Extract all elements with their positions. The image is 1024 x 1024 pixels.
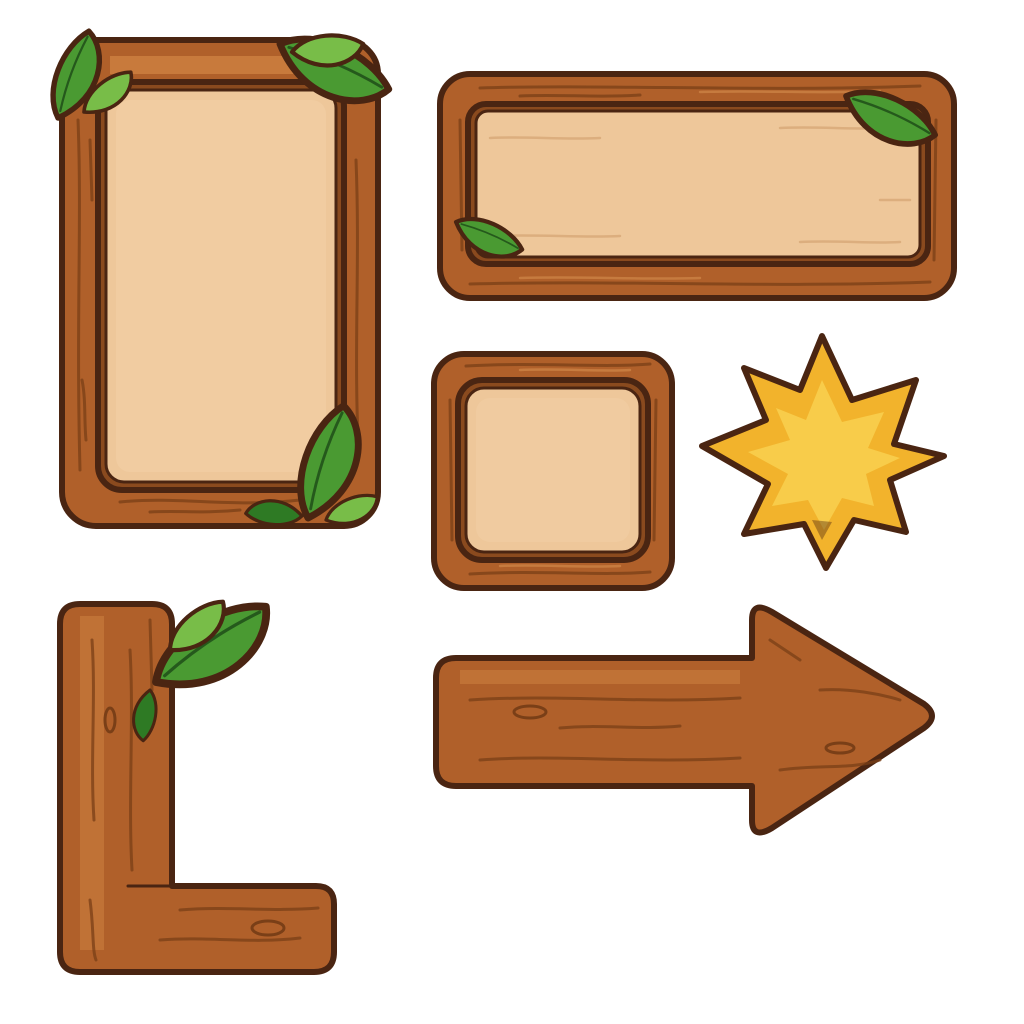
tall-frame-parchment-shade — [116, 100, 326, 472]
wide-wooden-banner[interactable] — [437, 73, 957, 301]
arrow-sign-highlight — [460, 670, 740, 684]
square-wooden-frame[interactable] — [431, 351, 675, 591]
square-frame-parchment-shade — [476, 398, 630, 542]
arrow-sign-wood — [433, 604, 935, 836]
tall-wooden-frame[interactable] — [35, 16, 394, 534]
wooden-arrow-sign[interactable] — [433, 604, 935, 836]
star-burst-badge[interactable] — [699, 333, 947, 571]
game-ui-asset-sheet — [0, 0, 957, 975]
l-shaped-wooden-bracket[interactable] — [57, 597, 337, 975]
